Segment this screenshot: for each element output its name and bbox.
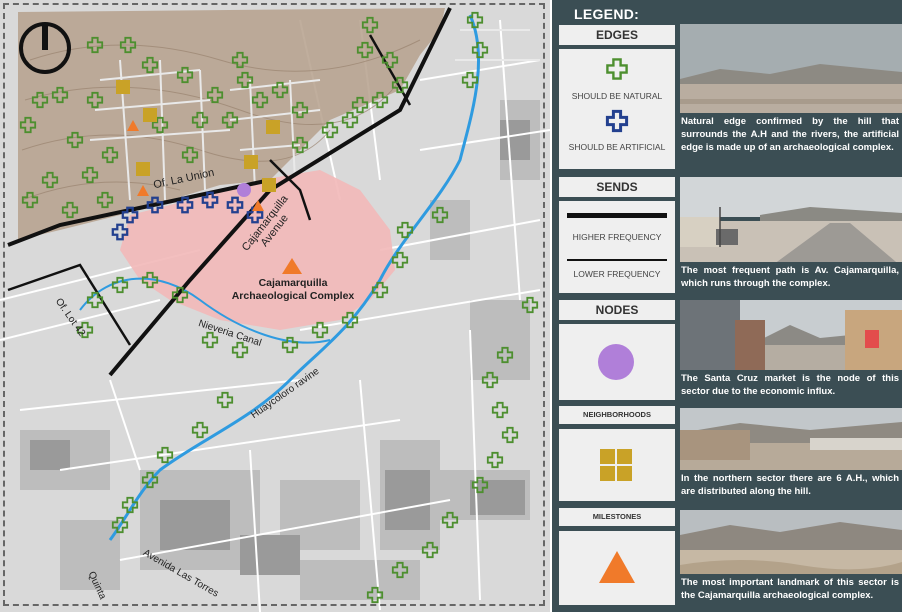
label-cajamarquilla-complex: Cajamarquilla Archaeological Complex (231, 277, 355, 302)
lower-frequency-label: LOWER FREQUENCY (573, 269, 661, 279)
edges-box: SHOULD BE NATURAL SHOULD BE ARTIFICIAL (559, 49, 675, 169)
sends-title: SENDS (596, 180, 638, 194)
milestones-title: MILESTONES (592, 512, 642, 521)
legend-panel: LEGEND: EDGES SHOULD BE NATURAL SHOULD B… (552, 0, 902, 612)
edges-header: EDGES (559, 25, 675, 45)
sends-box: HIGHER FREQUENCY LOWER FREQUENCY (559, 201, 675, 293)
milestone-markers (127, 120, 302, 274)
lower-frequency-line (567, 259, 667, 261)
photo-milestone-caption: The most important landmark of this sect… (680, 574, 902, 605)
higher-frequency-label: HIGHER FREQUENCY (572, 232, 662, 242)
milestone-icon (599, 551, 635, 583)
neighborhoods-box (559, 429, 675, 501)
natural-edge-label: SHOULD BE NATURAL (571, 91, 663, 101)
edges-title: EDGES (595, 28, 638, 42)
photo-edge-caption: Natural edge confirmed by the hill that … (680, 113, 902, 170)
photo-node-caption: The Santa Cruz market is the node of thi… (680, 370, 902, 401)
nodes-box (559, 324, 675, 400)
neighborhood-icon (600, 449, 632, 481)
photo-path: The most frequent path is Av. Cajamarqui… (680, 177, 902, 293)
map-area: Of. La Union Cajamarquilla Avenue Cajama… (0, 0, 550, 612)
natural-edge-icon (606, 58, 628, 80)
neighborhoods-header: NEIGHBORHOODS (559, 406, 675, 424)
nodes-header: NODES (559, 300, 675, 320)
nodes-title: NODES (595, 303, 639, 317)
photo-edge: Natural edge confirmed by the hill that … (680, 24, 902, 170)
legend-title: LEGEND: (574, 6, 640, 22)
photo-path-caption: The most frequent path is Av. Cajamarqui… (680, 262, 902, 293)
neighborhoods-title: NEIGHBORHOODS (583, 410, 651, 419)
market-node (237, 183, 251, 197)
artificial-edge-icon (605, 109, 629, 133)
photo-neighborhood-caption: In the northern sector there are 6 A.H.,… (680, 470, 902, 501)
higher-frequency-line (567, 213, 667, 218)
photo-milestone: The most important landmark of this sect… (680, 510, 902, 605)
milestones-header: MILESTONES (559, 508, 675, 526)
node-icon (598, 344, 634, 380)
sends-header: SENDS (559, 177, 675, 197)
point-markers (116, 80, 302, 274)
photo-neighborhood: In the northern sector there are 6 A.H.,… (680, 408, 902, 501)
photo-node: The Santa Cruz market is the node of thi… (680, 300, 902, 401)
artificial-edge-label: SHOULD BE ARTIFICIAL (568, 142, 666, 152)
milestones-box (559, 531, 675, 605)
